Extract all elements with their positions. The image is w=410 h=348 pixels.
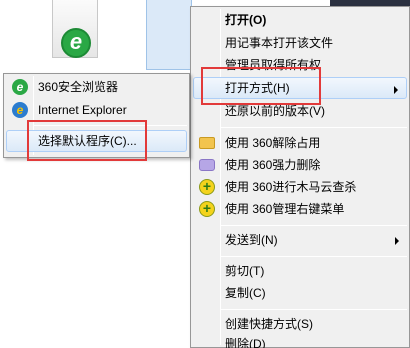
browser-logo-icon: e [61,28,91,58]
folder-icon [199,137,215,149]
menu-item-label: 使用 360进行木马云查杀 [225,180,357,194]
menu-item-label: 打开(O) [225,13,267,27]
highlight-box-open-with [201,67,321,105]
menu-item-label: 剪切(T) [225,264,265,278]
menu-item-open[interactable]: 打开(O) [193,9,407,31]
plus-icon: + [199,201,215,217]
selected-desktop-file[interactable] [146,0,192,70]
menu-item-label: 复制(C) [225,286,266,300]
submenu-item-internet-explorer[interactable]: e Internet Explorer [6,99,187,121]
ie-icon: e [12,102,28,118]
menu-item-copy[interactable]: 复制(C) [193,282,407,304]
menu-item-label: Internet Explorer [38,103,127,117]
desktop-file-icon[interactable]: e [42,0,108,64]
menu-item-delete[interactable]: 删除(D) [193,333,407,348]
menu-item-label: 创建快捷方式(S) [225,317,313,331]
menu-item-label: 用记事本打开该文件 [225,36,334,50]
plus-icon: + [199,179,215,195]
menu-separator [221,256,407,257]
menu-separator [221,225,407,226]
highlight-box-choose-default [27,120,147,161]
menu-separator [221,127,407,128]
menu-item-send-to[interactable]: 发送到(N) [193,229,407,251]
menu-item-create-shortcut[interactable]: 创建快捷方式(S) [193,313,407,335]
menu-item-label: 使用 360强力删除 [225,158,321,172]
menu-item-label: 使用 360管理右键菜单 [225,202,345,216]
submenu-item-360-browser[interactable]: e 360安全浏览器 [6,76,187,98]
menu-item-label: 使用 360解除占用 [225,136,321,150]
menu-item-cut[interactable]: 剪切(T) [193,260,407,282]
360-browser-icon: e [12,79,28,95]
submenu-arrow-icon [394,86,398,94]
lock-icon [199,159,215,171]
menu-item-label: 发送到(N) [225,233,278,247]
menu-item-label: 删除(D) [225,337,266,348]
context-menu: 打开(O) 用记事本打开该文件 管理员取得所有权 打开方式(H) 还原以前的版本… [190,6,410,348]
menu-item-360-manage-context-menu[interactable]: + 使用 360管理右键菜单 [193,198,407,220]
menu-item-360-unlock[interactable]: 使用 360解除占用 [193,132,407,154]
menu-item-360-force-delete[interactable]: 使用 360强力删除 [193,154,407,176]
menu-item-open-with-notepad[interactable]: 用记事本打开该文件 [193,32,407,54]
menu-separator [221,309,407,310]
menu-item-360-cloud-scan[interactable]: + 使用 360进行木马云查杀 [193,176,407,198]
submenu-arrow-icon [395,237,399,245]
menu-item-label: 360安全浏览器 [38,80,119,94]
